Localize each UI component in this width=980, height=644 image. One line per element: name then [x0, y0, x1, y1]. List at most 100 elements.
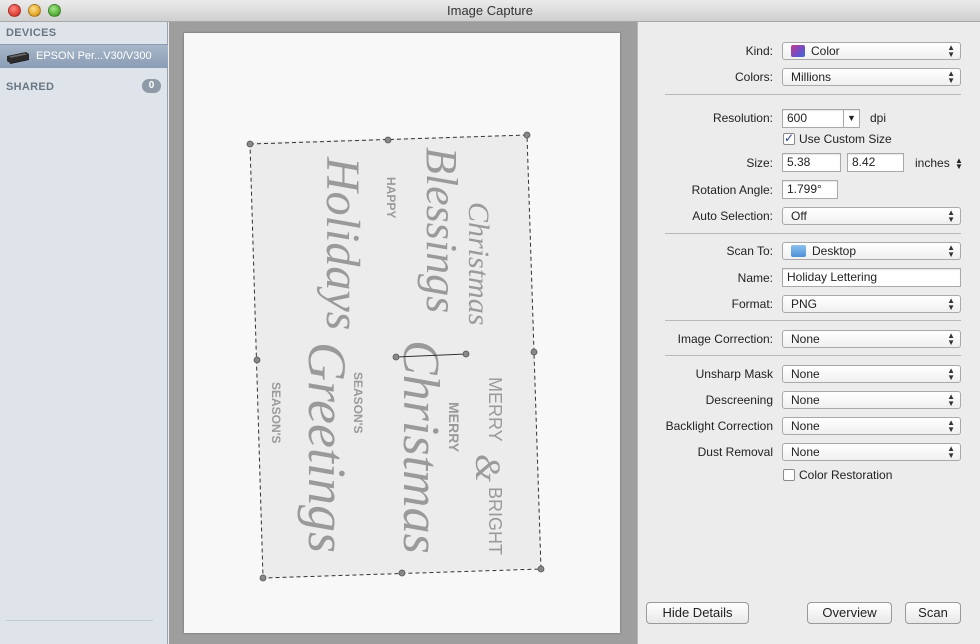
colors-label: Colors: [734, 70, 773, 84]
auto-selection-popup[interactable]: Off ▲ ▼ [782, 207, 961, 225]
size-width-field[interactable]: 5.38 [782, 153, 841, 172]
overview-button[interactable]: Overview [807, 602, 892, 624]
size-height-value: 8.42 [852, 155, 876, 169]
rotation-handle-center[interactable] [392, 353, 400, 361]
kind-value: Color [811, 44, 840, 58]
lettering-merry-bright-merry: MERRY [485, 377, 505, 442]
lettering-merry-small: MERRY [446, 402, 462, 453]
format-value: PNG [791, 297, 818, 311]
unsharp-mask-popup[interactable]: None ▲ ▼ [782, 365, 961, 383]
kind-label: Kind: [745, 44, 773, 58]
image-correction-value: None [791, 332, 820, 346]
size-height-field[interactable]: 8.42 [847, 153, 904, 172]
descreening-label: Descreening [705, 393, 773, 407]
lettering-seasons-left: SEASON'S [269, 382, 283, 444]
scan-to-popup[interactable]: Desktop ▲ ▼ [782, 242, 961, 260]
selection-handle-right[interactable] [530, 348, 538, 356]
backlight-correction-popup[interactable]: None ▲ ▼ [782, 417, 961, 435]
size-unit-popup[interactable]: inches ▲ ▼ [915, 156, 963, 170]
section-separator [665, 355, 961, 356]
selection-handle-bottom[interactable] [398, 569, 406, 577]
dust-removal-popup[interactable]: None ▲ ▼ [782, 443, 961, 461]
popup-arrows-icon: ▲ ▼ [947, 43, 955, 59]
resolution-label: Resolution: [712, 111, 773, 125]
auto-selection-value: Off [791, 209, 807, 223]
name-label: Name: [737, 271, 773, 285]
size-label: Size: [746, 156, 773, 170]
rotation-angle-value: 1.799° [787, 182, 822, 196]
name-field[interactable]: Holiday Lettering [782, 268, 961, 287]
popup-arrows-icon: ▲ ▼ [947, 331, 955, 347]
scan-to-value: Desktop [812, 244, 857, 258]
scan-button[interactable]: Scan [905, 602, 961, 624]
details-panel: Kind: Color ▲ ▼ Colors: Millions ▲ ▼ Resol… [637, 22, 980, 644]
section-separator [665, 94, 961, 95]
title-bar: Image Capture [0, 0, 980, 22]
size-unit-value: inches [915, 156, 950, 170]
popup-arrows-icon: ▲ ▼ [947, 296, 955, 312]
section-separator [665, 233, 961, 234]
color-restoration-label: Color Restoration [799, 468, 893, 482]
window-title: Image Capture [447, 3, 533, 18]
resolution-unit: dpi [870, 111, 887, 125]
image-correction-popup[interactable]: None ▲ ▼ [782, 330, 961, 348]
section-separator [665, 320, 961, 321]
scanner-icon [7, 52, 29, 64]
popup-arrows-icon: ▲ ▼ [947, 444, 955, 460]
popup-arrows-icon: ▲ ▼ [947, 418, 955, 434]
devices-header: DEVICES [6, 27, 57, 39]
size-unit-arrows-icon: ▲ ▼ [955, 155, 963, 171]
device-name-label: EPSON Per...V30/V300 [36, 50, 152, 62]
sidebar: DEVICES EPSON Per...V30/V300 SHARED 0 [0, 22, 168, 644]
descreening-popup[interactable]: None ▲ ▼ [782, 391, 961, 409]
selection-handle-bottom-left[interactable] [259, 574, 267, 582]
backlight-correction-label: Backlight Correction [665, 419, 773, 433]
dust-removal-value: None [791, 445, 820, 459]
scan-to-label: Scan To: [726, 244, 773, 258]
resolution-dropdown-icon[interactable]: ▼ [843, 110, 859, 127]
format-popup[interactable]: PNG ▲ ▼ [782, 295, 961, 313]
use-custom-size-label: Use Custom Size [799, 132, 892, 146]
lettering-merry-bright-bright: BRIGHT [485, 487, 505, 555]
shared-count-badge: 0 [142, 79, 161, 93]
unsharp-mask-value: None [791, 367, 820, 381]
lettering-christmas-middle: Christmas [392, 340, 449, 554]
scan-preview-area[interactable]: Christmas Blessings HAPPY Holidays Chris… [169, 22, 637, 644]
resolution-value: 600 [787, 111, 808, 125]
auto-selection-label: Auto Selection: [692, 209, 773, 223]
dust-removal-label: Dust Removal [697, 445, 773, 459]
hide-details-button[interactable]: Hide Details [646, 602, 749, 624]
popup-arrows-icon: ▲ ▼ [947, 366, 955, 382]
rotation-handle-knob[interactable] [462, 350, 470, 358]
selection-handle-top[interactable] [384, 136, 392, 144]
selection-handle-top-left[interactable] [246, 140, 254, 148]
selection-handle-bottom-right[interactable] [537, 565, 545, 573]
rotation-angle-field[interactable]: 1.799° [782, 180, 838, 199]
descreening-value: None [791, 393, 820, 407]
use-custom-size-checkbox[interactable] [783, 131, 795, 145]
desktop-folder-icon [791, 245, 806, 257]
color-kind-icon [791, 45, 805, 57]
size-width-value: 5.38 [787, 155, 811, 169]
resolution-combo[interactable]: 600 ▼ [782, 109, 860, 128]
colors-value: Millions [791, 70, 832, 84]
selection-handle-left[interactable] [253, 356, 261, 364]
lettering-happy: HAPPY [384, 177, 398, 218]
scan-selection-overlay[interactable]: Christmas Blessings HAPPY Holidays Chris… [169, 22, 637, 644]
lettering-holidays: Holidays [316, 156, 369, 330]
color-restoration-checkbox[interactable] [783, 469, 795, 481]
popup-arrows-icon: ▲ ▼ [947, 69, 955, 85]
shared-header: SHARED [6, 81, 55, 93]
backlight-correction-value: None [791, 419, 820, 433]
name-value: Holiday Lettering [787, 270, 878, 284]
format-label: Format: [731, 297, 773, 311]
colors-popup[interactable]: Millions ▲ ▼ [782, 68, 961, 86]
sidebar-item-epson-scanner[interactable]: EPSON Per...V30/V300 [0, 44, 168, 68]
kind-popup[interactable]: Color ▲ ▼ [782, 42, 961, 60]
popup-arrows-icon: ▲ ▼ [947, 243, 955, 259]
lettering-blessings: Blessings [417, 147, 466, 313]
selection-handle-top-right[interactable] [523, 131, 531, 139]
unsharp-mask-label: Unsharp Mask [695, 367, 773, 381]
sidebar-divider [6, 620, 153, 621]
popup-arrows-icon: ▲ ▼ [947, 208, 955, 224]
